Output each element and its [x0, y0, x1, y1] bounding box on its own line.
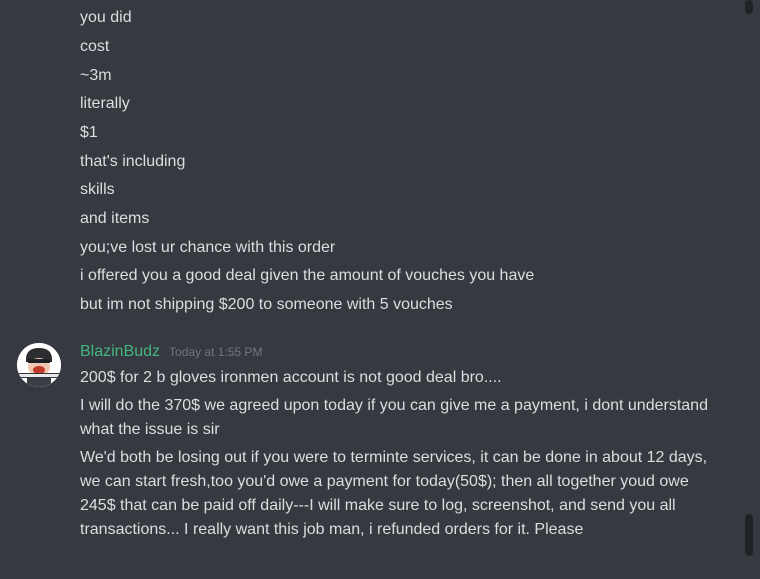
message-line: i offered you a good deal given the amou… [80, 267, 535, 284]
message-line: ~3m [80, 67, 112, 84]
cartoon-character-avatar-icon [17, 343, 61, 387]
message-line: but im not shipping $200 to someone with… [80, 296, 453, 313]
message-line: cost [80, 38, 110, 55]
message-line: and items [80, 210, 150, 227]
message-header: BlazinBudz Today at 1:55 PM [80, 340, 262, 364]
scroll-thumb-top[interactable] [745, 0, 753, 14]
message-line: literally [80, 95, 130, 112]
message-line: you did [80, 9, 132, 26]
scroll-thumb[interactable] [745, 514, 753, 556]
message-text: 200$ for 2 b gloves ironmen account is n… [80, 369, 502, 386]
user-avatar[interactable] [17, 343, 61, 387]
message-line: you;ve lost ur chance with this order [80, 239, 336, 256]
message-line: that's including [80, 153, 186, 170]
message-line: $1 [80, 124, 98, 141]
message-text: I will do the 370$ we agreed upon today … [80, 397, 708, 438]
message-text: We'd both be losing out if you were to t… [80, 449, 708, 538]
message-timestamp: Today at 1:55 PM [169, 345, 263, 359]
scrollbar-track[interactable] [744, 0, 754, 579]
chat-messages-area: you did cost ~3m literally $1 that's inc… [0, 0, 760, 579]
message-line: skills [80, 181, 115, 198]
author-name[interactable]: BlazinBudz [80, 340, 160, 364]
